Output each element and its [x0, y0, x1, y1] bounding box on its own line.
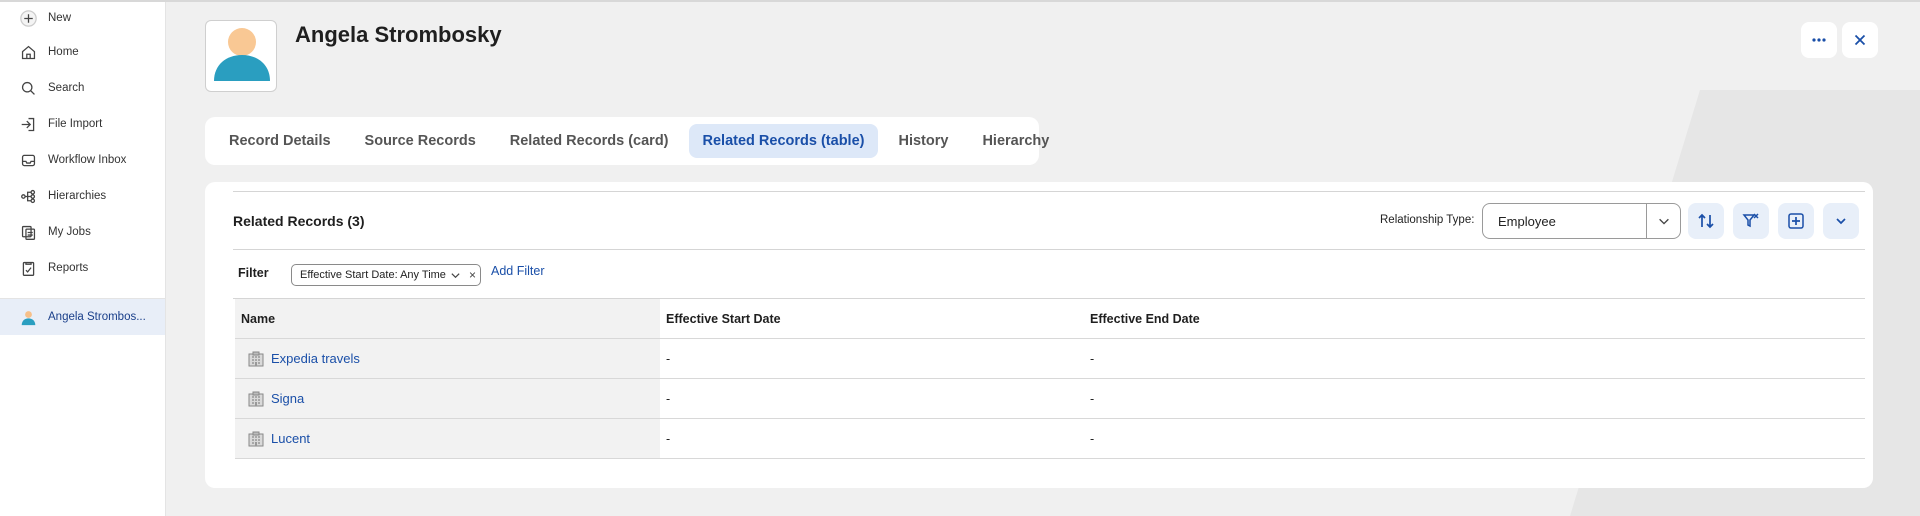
expand-menu-button[interactable] [1823, 203, 1859, 239]
record-avatar [205, 20, 277, 92]
add-filter-link[interactable]: Add Filter [491, 264, 545, 278]
related-records-table: Name Effective Start Date Effective End … [235, 299, 1865, 459]
sidebar-item-label: Home [48, 46, 79, 58]
clear-filter-button[interactable] [1733, 203, 1769, 239]
relationship-type-value: Employee [1498, 213, 1556, 229]
sidebar-item-active-record[interactable]: Angela Strombos... [0, 299, 165, 335]
filter-chip[interactable]: Effective Start Date: Any Time × [291, 264, 481, 286]
plus-icon [18, 8, 38, 28]
sidebar-item-label: Angela Strombos... [48, 311, 146, 323]
add-record-button[interactable] [1778, 203, 1814, 239]
home-icon [18, 42, 38, 62]
column-header-end-date[interactable]: Effective End Date [1084, 299, 1865, 338]
building-icon [247, 350, 265, 368]
sidebar-item-label: Hierarchies [48, 190, 107, 202]
sidebar-item-label: Workflow Inbox [48, 154, 127, 166]
filter-chip-label: Effective Start Date: Any Time [300, 269, 446, 281]
table-row: Expedia travels - - [235, 339, 1865, 379]
column-header-name[interactable]: Name [235, 299, 660, 338]
more-options-button[interactable] [1801, 22, 1837, 58]
sidebar-item-label: File Import [48, 118, 103, 130]
sidebar-item-search[interactable]: Search [0, 70, 165, 106]
close-icon [1854, 34, 1866, 46]
sidebar-item-label: New [48, 12, 72, 24]
ellipsis-icon [1812, 38, 1826, 42]
sidebar-item-hierarchies[interactable]: Hierarchies [0, 178, 165, 214]
filter-label: Filter [238, 266, 269, 280]
start-date-cell: - [666, 351, 671, 366]
chevron-down-icon [450, 270, 461, 281]
tab-bar: Record Details Source Records Related Re… [205, 117, 1049, 165]
close-button[interactable] [1842, 22, 1878, 58]
sidebar-item-label: Search [48, 82, 85, 94]
record-link[interactable]: Expedia travels [271, 351, 360, 366]
record-link[interactable]: Lucent [271, 431, 310, 446]
tab-hierarchy[interactable]: Hierarchy [968, 124, 1063, 158]
sidebar-item-file-import[interactable]: File Import [0, 106, 165, 142]
relationship-type-select[interactable]: Employee [1482, 203, 1681, 239]
sidebar-item-label: Reports [48, 262, 89, 274]
relationship-type-label: Relationship Type: [1380, 214, 1475, 226]
sidebar-item-label: My Jobs [48, 226, 91, 238]
divider [233, 191, 1865, 192]
end-date-cell: - [1090, 351, 1095, 366]
table-row: Lucent - - [235, 419, 1865, 459]
page-title: Angela Strombosky [295, 22, 502, 47]
column-header-start-date[interactable]: Effective Start Date [660, 299, 1084, 338]
tab-source-records[interactable]: Source Records [351, 124, 490, 158]
remove-filter-icon[interactable]: × [469, 268, 476, 282]
sidebar-item-reports[interactable]: Reports [0, 250, 165, 286]
plus-square-icon [1788, 213, 1804, 229]
table-header-row: Name Effective Start Date Effective End … [235, 299, 1865, 339]
reports-icon [18, 258, 38, 278]
person-avatar-icon [18, 307, 38, 327]
tab-record-details[interactable]: Record Details [215, 124, 345, 158]
search-icon [18, 78, 38, 98]
card-title: Related Records (3) [233, 213, 365, 229]
name-cell: Lucent [235, 419, 660, 458]
record-link[interactable]: Signa [271, 391, 304, 406]
end-date-cell: - [1090, 391, 1095, 406]
hierarchy-icon [18, 186, 38, 206]
inbox-icon [18, 150, 38, 170]
jobs-icon [18, 222, 38, 242]
filter-clear-icon [1742, 213, 1759, 228]
sidebar-item-new[interactable]: New [0, 2, 165, 34]
end-date-cell: - [1090, 431, 1095, 446]
chevron-down-icon[interactable] [1646, 204, 1680, 238]
start-date-cell: - [666, 391, 671, 406]
tab-related-records-card[interactable]: Related Records (card) [496, 124, 683, 158]
start-date-cell: - [666, 431, 671, 446]
sidebar-item-home[interactable]: Home [0, 34, 165, 70]
tab-related-records-table[interactable]: Related Records (table) [688, 124, 879, 158]
building-icon [247, 430, 265, 448]
building-icon [247, 390, 265, 408]
divider [233, 249, 1865, 250]
chevron-down-icon [1836, 218, 1846, 225]
sort-button[interactable] [1688, 203, 1724, 239]
sidebar-item-workflow-inbox[interactable]: Workflow Inbox [0, 142, 165, 178]
related-records-card: Related Records (3) Relationship Type: E… [205, 182, 1873, 488]
file-import-icon [18, 114, 38, 134]
top-border [0, 0, 1920, 2]
name-cell: Expedia travels [235, 339, 660, 378]
name-cell: Signa [235, 379, 660, 418]
sort-arrows-icon [1698, 213, 1714, 229]
sidebar: New Home Search File Import Workflow Inb… [0, 2, 166, 516]
table-row: Signa - - [235, 379, 1865, 419]
sidebar-item-my-jobs[interactable]: My Jobs [0, 214, 165, 250]
tab-history[interactable]: History [884, 124, 962, 158]
